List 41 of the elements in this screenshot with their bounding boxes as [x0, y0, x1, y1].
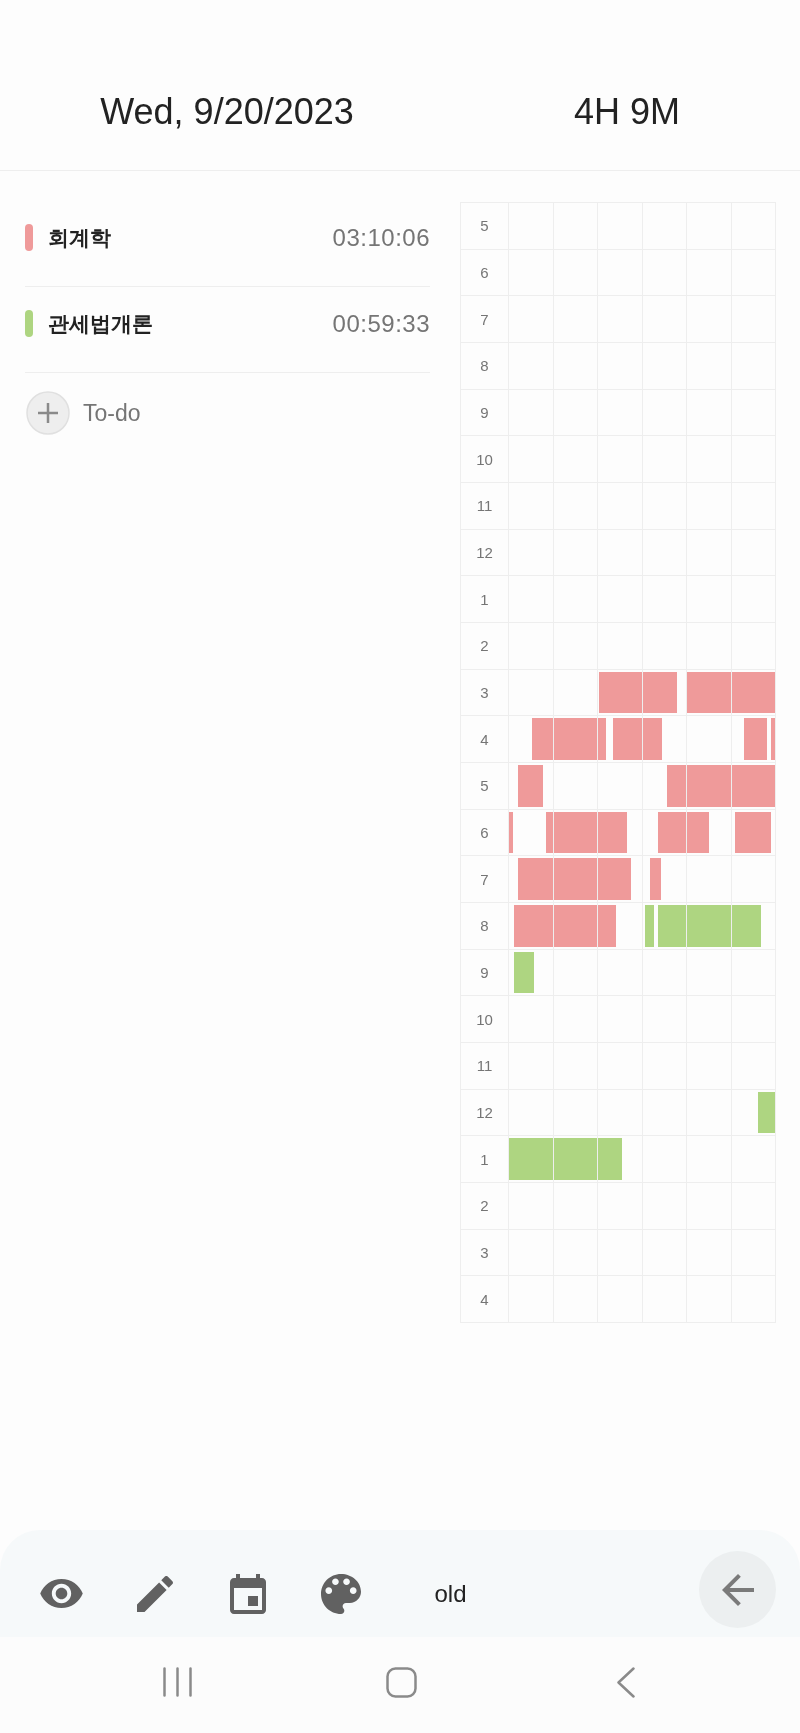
hour-label: 6 — [480, 264, 489, 281]
hour-label: 1 — [480, 1150, 489, 1168]
arrow-left-icon — [721, 1573, 754, 1606]
calendar-icon[interactable] — [229, 1573, 266, 1614]
add-todo-button[interactable]: To-do — [26, 391, 141, 435]
hour-label: 5 — [480, 777, 489, 795]
hour-label: 6 — [480, 824, 489, 842]
hour-label: 7 — [480, 870, 489, 888]
eye-icon[interactable] — [40, 1579, 83, 1608]
back-chevron-icon[interactable] — [617, 1666, 635, 1698]
subject-time: 00:59:33 — [332, 309, 430, 338]
hour-label: 1 — [480, 590, 489, 608]
hour-label: 11 — [476, 497, 493, 515]
hour-label: 12 — [476, 544, 493, 562]
plus-circle-icon — [26, 391, 70, 435]
hour-label: 2 — [480, 1197, 489, 1215]
pencil-icon[interactable] — [136, 1575, 173, 1612]
hour-label: 8 — [480, 357, 489, 375]
hour-label: 7 — [480, 310, 489, 328]
mode-toggle[interactable]: old — [434, 1579, 467, 1608]
hour-label: 10 — [476, 450, 493, 468]
hour-label: 3 — [480, 1244, 489, 1262]
hour-label: 9 — [480, 964, 489, 982]
hour-label: 5 — [480, 217, 489, 235]
hour-label: 12 — [476, 1104, 493, 1122]
total-time: 4H 9M — [574, 92, 680, 132]
hour-label: 2 — [480, 637, 489, 655]
subject-name: 회계학 — [48, 224, 111, 251]
date-title: Wed, 9/20/2023 — [100, 92, 354, 132]
recent-apps-icon[interactable] — [163, 1667, 192, 1697]
hour-label: 3 — [480, 684, 489, 702]
palette-icon[interactable] — [320, 1573, 361, 1614]
subject-time: 03:10:06 — [332, 223, 430, 252]
subject-name: 관세법개론 — [48, 310, 153, 337]
hour-label: 11 — [476, 1057, 493, 1075]
hour-label: 10 — [476, 1010, 493, 1028]
home-icon[interactable] — [386, 1666, 417, 1698]
hour-label: 4 — [480, 1290, 489, 1308]
hour-label: 9 — [480, 404, 489, 421]
hour-label: 8 — [480, 917, 489, 935]
hour-label: 4 — [480, 730, 489, 748]
